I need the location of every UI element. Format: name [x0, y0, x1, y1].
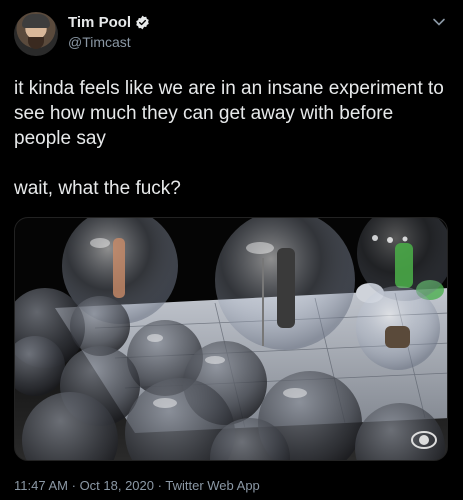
tweet-text: it kinda feels like we are in an insane …	[14, 78, 444, 199]
verified-badge-icon	[136, 15, 149, 30]
performer	[113, 238, 125, 298]
tweet-source[interactable]: Twitter Web App	[165, 478, 259, 493]
performer	[385, 326, 410, 348]
meta-separator: ·	[71, 478, 76, 493]
author-name[interactable]: Tim Pool	[68, 14, 131, 31]
tweet-date[interactable]: Oct 18, 2020	[80, 478, 154, 493]
avatar[interactable]	[14, 12, 58, 56]
beard	[28, 37, 44, 49]
concert-photo	[15, 218, 447, 460]
beanie	[22, 14, 50, 28]
chevron-down-icon[interactable]	[431, 14, 447, 30]
tweet-time[interactable]: 11:47 AM	[14, 478, 68, 493]
author-name-row[interactable]: Tim Pool	[68, 14, 150, 31]
tweet-media[interactable]	[14, 217, 448, 461]
tweet-meta: 11:47 AM · Oct 18, 2020 · Twitter Web Ap…	[14, 478, 260, 493]
performer	[277, 248, 295, 328]
performer	[395, 243, 413, 288]
meta-separator: ·	[157, 478, 162, 493]
author-handle[interactable]: @Timcast	[68, 34, 131, 50]
cbs-eye-icon	[411, 431, 437, 449]
